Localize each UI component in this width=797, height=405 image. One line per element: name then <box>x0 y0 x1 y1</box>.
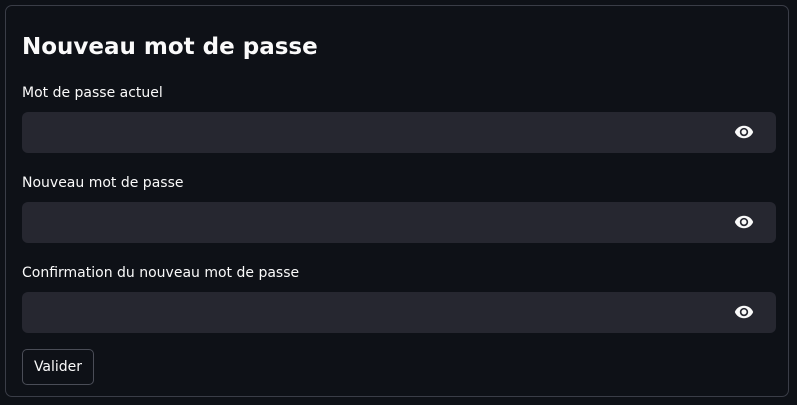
new-password-label: Nouveau mot de passe <box>22 175 184 191</box>
eye-icon[interactable] <box>733 122 755 142</box>
current-password-label: Mot de passe actuel <box>22 85 163 101</box>
eye-icon[interactable] <box>733 212 755 232</box>
confirm-password-field <box>22 292 776 333</box>
current-password-field <box>22 112 776 153</box>
form-title: Nouveau mot de passe <box>22 34 318 60</box>
new-password-input[interactable] <box>22 202 722 243</box>
confirm-password-label: Confirmation du nouveau mot de passe <box>22 265 300 281</box>
password-change-form: Nouveau mot de passe Mot de passe actuel… <box>5 5 789 397</box>
new-password-field <box>22 202 776 243</box>
submit-button[interactable]: Valider <box>22 349 94 385</box>
current-password-input[interactable] <box>22 112 722 153</box>
confirm-password-input[interactable] <box>22 292 722 333</box>
eye-icon[interactable] <box>733 302 755 322</box>
